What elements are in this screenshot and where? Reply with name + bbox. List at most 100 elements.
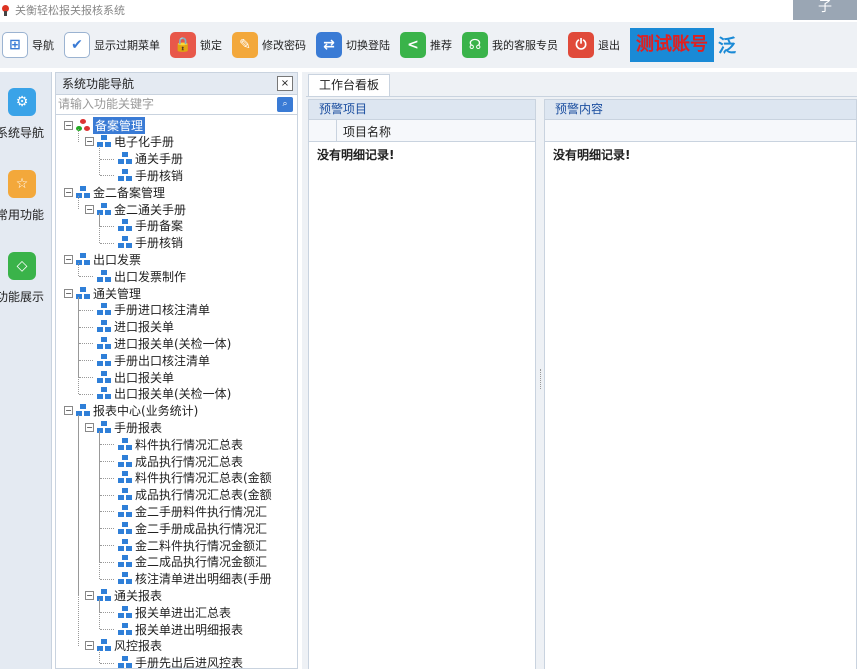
tree-node-label: 报关单进出汇总表 (135, 605, 232, 620)
tree-node[interactable]: 成品执行情况汇总表(金额 (106, 487, 272, 503)
left-nav-item-2[interactable]: ◇ 功能展示 (0, 250, 52, 320)
alert-items-header: 项目名称 (309, 120, 535, 142)
tree-node[interactable]: − 风控报表 (85, 638, 162, 654)
tree-node[interactable]: 料件执行情况汇总表 (106, 436, 243, 452)
toolbar-button-label: 导航 (32, 39, 54, 52)
org-tree-icon (118, 521, 132, 535)
toolbar-button-5[interactable]: < 推荐 (400, 32, 452, 58)
share-icon: < (400, 32, 426, 58)
org-tree-icon (118, 219, 132, 232)
toolbar-button-2[interactable]: 🔒 锁定 (170, 32, 222, 58)
org-tree-icon (118, 488, 132, 501)
org-tree-icon (97, 269, 111, 283)
tree-node[interactable]: 核注清单进出明细表(手册 (106, 571, 272, 587)
search-icon[interactable]: ⌕ (277, 97, 293, 112)
collapse-toggle-icon[interactable]: − (85, 204, 94, 214)
org-tree-icon (118, 454, 132, 468)
org-tree-icon (97, 387, 111, 400)
tree-node[interactable]: − 出口发票 (64, 251, 141, 267)
tree-node-label: 金二通关手册 (114, 202, 187, 217)
toolbar-button-label: 锁定 (200, 39, 222, 52)
alert-content-empty: 没有明细记录! (553, 148, 631, 162)
collapse-toggle-icon[interactable]: − (85, 641, 94, 651)
tree-node[interactable]: − 金二通关手册 (85, 201, 186, 217)
truncated-text: 泛 (718, 36, 736, 57)
column-item-name[interactable]: 项目名称 (343, 123, 391, 140)
tree-node-label: 出口发票 (93, 252, 142, 267)
tree-node[interactable]: 手册先出后进风控表 (106, 655, 243, 668)
toolbar-button-6[interactable]: ☊ 我的客服专员 (462, 32, 558, 58)
tree-node-label: 风控报表 (114, 639, 163, 654)
tree-node[interactable]: 进口报关单(关检一体) (85, 335, 231, 351)
tree-node[interactable]: 出口报关单 (85, 369, 174, 385)
tree-connector (99, 431, 100, 579)
toolbar-button-4[interactable]: ⇄ 切换登陆 (316, 32, 390, 58)
tree-node[interactable]: 进口报关单 (85, 319, 174, 335)
tab-dashboard[interactable]: 工作台看板 (308, 74, 391, 96)
close-panel-button[interactable]: × (277, 76, 293, 91)
tree-node[interactable]: − 通关管理 (64, 285, 141, 301)
org-tree-icon (118, 504, 132, 518)
tree-node[interactable]: 成品执行情况汇总表 (106, 453, 243, 469)
tree-node[interactable]: 通关手册 (106, 151, 183, 167)
toolbar-button-7[interactable]: ⏻ 退出 (568, 32, 620, 58)
tree-node[interactable]: 手册核销 (106, 235, 183, 251)
tree-node[interactable]: 金二料件执行情况金额汇 (106, 537, 267, 553)
row-selector-header[interactable] (309, 120, 337, 141)
tree-node-label: 通关手册 (135, 152, 184, 167)
tree-node-label: 进口报关单 (114, 320, 175, 335)
tree-node[interactable]: 金二成品执行情况金额汇 (106, 554, 267, 570)
collapse-toggle-icon[interactable]: − (64, 288, 73, 298)
tree-node[interactable]: 出口报关单(关检一体) (85, 386, 231, 402)
tree-node-label: 出口发票制作 (114, 269, 187, 284)
tree-node[interactable]: 手册进口核注清单 (85, 302, 210, 318)
tree-node[interactable]: 报关单进出汇总表 (106, 604, 231, 620)
tree-connector (78, 414, 79, 646)
tree-node[interactable]: 金二手册料件执行情况汇 (106, 503, 267, 519)
column-header-blank[interactable] (545, 120, 856, 141)
tree-node[interactable]: − 手册报表 (85, 419, 162, 435)
gear-icon: ⚙ (8, 88, 36, 116)
power-icon: ⏻ (568, 32, 594, 58)
minimize-button[interactable]: 子 (793, 0, 857, 20)
org-tree-icon (118, 168, 132, 182)
left-nav-item-1[interactable]: ☆ 常用功能 (0, 168, 52, 238)
tree-node[interactable]: 手册出口核注清单 (85, 352, 210, 368)
tree-node[interactable]: − 备案管理 (64, 116, 146, 134)
alert-content-panel: 预警内容 没有明细记录! (544, 99, 857, 669)
toolbar-button-1[interactable]: ✔ 显示过期菜单 (64, 32, 160, 58)
tree-node[interactable]: − 通关报表 (85, 587, 162, 603)
tree-node[interactable]: − 金二备案管理 (64, 184, 165, 200)
tree-node[interactable]: 报关单进出明细报表 (106, 621, 243, 637)
test-account-badge: 测试账号 (630, 28, 714, 62)
left-nav-label: 功能展示 (0, 290, 45, 304)
tree-node-label: 出口报关单 (114, 370, 175, 385)
tree-connector (99, 599, 100, 629)
tree-node-label: 金二手册料件执行情况汇 (135, 504, 268, 519)
tree-node[interactable]: 出口发票制作 (85, 268, 186, 284)
left-nav-item-0[interactable]: ⚙ 系统导航 (0, 86, 52, 156)
toolbar-button-0[interactable]: ⊞ 导航 (2, 32, 54, 58)
toolbar-button-3[interactable]: ✎ 修改密码 (232, 32, 306, 58)
collapse-toggle-icon[interactable]: − (85, 422, 94, 432)
collapse-toggle-icon[interactable]: − (85, 137, 94, 147)
function-nav-header: 系统功能导航 × (56, 73, 297, 95)
tree-node-label: 进口报关单(关检一体) (114, 336, 232, 351)
tree-node[interactable]: 金二手册成品执行情况汇 (106, 520, 267, 536)
collapse-toggle-icon[interactable]: − (64, 187, 73, 197)
tree-node-label: 手册核销 (135, 168, 184, 183)
org-tree-icon (118, 555, 132, 568)
org-tree-icon (118, 236, 132, 249)
left-nav-label: 系统导航 (0, 126, 45, 140)
tree-node[interactable]: 料件执行情况汇总表(金额 (106, 470, 272, 486)
org-tree-icon (97, 370, 111, 384)
collapse-toggle-icon[interactable]: − (85, 590, 94, 600)
tree-node[interactable]: 手册备案 (106, 218, 183, 234)
tree-node[interactable]: 手册核销 (106, 167, 183, 183)
collapse-toggle-icon[interactable]: − (64, 406, 73, 416)
function-search-input[interactable] (56, 95, 266, 113)
collapse-toggle-icon[interactable]: − (64, 254, 73, 264)
collapse-toggle-icon[interactable]: − (64, 120, 73, 130)
tree-node[interactable]: − 报表中心(业务统计) (64, 403, 198, 419)
tree-node-label: 手册先出后进风控表 (135, 656, 244, 668)
